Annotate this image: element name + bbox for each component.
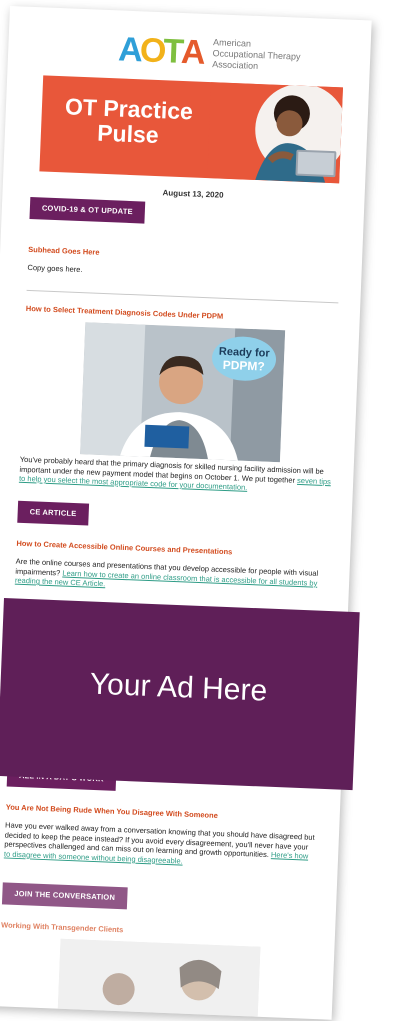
banner-title: OT Practice Pulse bbox=[53, 93, 205, 150]
join-conversation-button[interactable]: JOIN THE CONVERSATION bbox=[1, 882, 128, 910]
doctor-photo: Ready for PDPM? bbox=[80, 322, 286, 463]
accessible-copy: Are the online courses and presentations… bbox=[15, 557, 328, 598]
aota-logo-mark: A O T A bbox=[117, 30, 204, 72]
conversation-photo bbox=[57, 938, 261, 1020]
pdpm-bubble-line: PDPM? bbox=[222, 358, 265, 374]
divider bbox=[26, 289, 339, 304]
work-copy: Have you ever walked away from a convers… bbox=[4, 820, 317, 870]
aota-logo[interactable]: A O T A American Occupational Therapy As… bbox=[118, 28, 359, 80]
logo-letter: T bbox=[162, 32, 182, 71]
ce-article-button[interactable]: CE ARTICLE bbox=[17, 500, 89, 526]
pdpm-subhead[interactable]: How to Select Treatment Diagnosis Codes … bbox=[26, 304, 224, 321]
logo-letter: A bbox=[117, 30, 141, 70]
logo-letter: O bbox=[139, 31, 165, 71]
issue-date: August 13, 2020 bbox=[162, 188, 224, 200]
work-subhead[interactable]: You Are Not Being Rude When You Disagree… bbox=[6, 802, 218, 820]
org-name: American Occupational Therapy Associatio… bbox=[212, 37, 301, 74]
logo-letter: A bbox=[180, 32, 204, 72]
advertisement-banner[interactable]: Your Ad Here bbox=[0, 598, 360, 791]
covid-update-button[interactable]: COVID-19 & OT UPDATE bbox=[29, 196, 146, 224]
banner-woman-photo bbox=[207, 82, 344, 184]
pdpm-copy: You've probably heard that the primary d… bbox=[19, 455, 332, 496]
covid-copy: Copy goes here. bbox=[27, 262, 83, 275]
ad-text: Your Ad Here bbox=[89, 667, 268, 708]
newsletter-banner: OT Practice Pulse bbox=[39, 75, 344, 184]
transgender-subhead[interactable]: Working With Transgender Clients bbox=[1, 920, 124, 934]
newsletter-page: A O T A American Occupational Therapy As… bbox=[0, 6, 372, 1020]
covid-subhead: Subhead Goes Here bbox=[28, 244, 100, 257]
accessible-subhead[interactable]: How to Create Accessible Online Courses … bbox=[16, 539, 232, 557]
